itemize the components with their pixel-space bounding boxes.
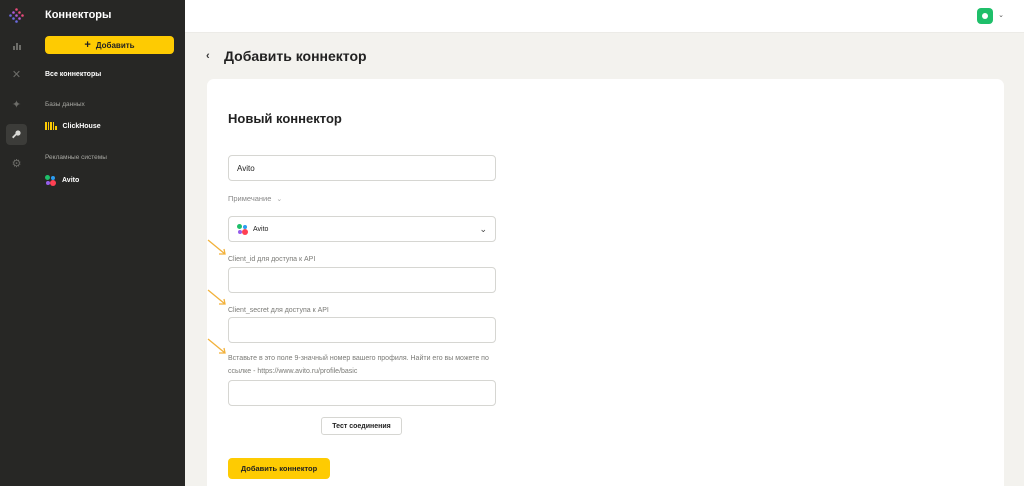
source-select[interactable]: Avito ⌄	[228, 216, 496, 242]
chart-icon[interactable]	[6, 35, 27, 56]
chevron-down-icon: ⌄	[479, 224, 487, 234]
sidebar-item-avito[interactable]: Avito	[45, 175, 79, 186]
annotation-arrow-icon	[207, 289, 226, 305]
avatar[interactable]	[977, 8, 993, 24]
annotation-arrow-icon	[207, 338, 226, 354]
add-button-label: Добавить	[95, 40, 135, 50]
profile-hint: Вставьте в это поле 9-значный номер ваше…	[228, 355, 489, 375]
back-button[interactable]: ‹	[206, 50, 210, 62]
sidebar-item-label: Avito	[62, 177, 80, 184]
x-icon[interactable]: ✕	[6, 64, 27, 85]
sidebar-section-ads: Рекламные системы	[45, 154, 107, 161]
sidebar-item-all-connectors[interactable]: Все коннекторы	[45, 71, 101, 78]
logo-icon[interactable]	[6, 5, 27, 26]
user-icon	[982, 13, 988, 19]
chevron-down-icon: ⌄	[276, 195, 283, 203]
page-title: Добавить коннектор	[224, 48, 367, 64]
sparkle-icon[interactable]: ✦	[6, 94, 27, 115]
note-label: Примечание	[228, 194, 272, 203]
test-connection-button[interactable]: Тест соединения	[321, 417, 402, 435]
key-icon[interactable]	[6, 124, 27, 145]
clickhouse-icon	[45, 122, 57, 130]
client-secret-label: Client_secret для доступа к API	[228, 307, 329, 314]
avito-icon	[237, 223, 248, 235]
client-id-label: Client_id для доступа к API	[228, 256, 316, 263]
sidebar-title: Коннекторы	[45, 9, 112, 21]
connector-name-input[interactable]	[228, 155, 496, 181]
gear-icon[interactable]: ⚙	[6, 153, 27, 174]
client-secret-input[interactable]	[228, 317, 496, 343]
sidebar-item-clickhouse[interactable]: ClickHouse	[45, 122, 101, 130]
client-id-input[interactable]	[228, 267, 496, 293]
connector-form-card: Новый коннектор Примечание ⌄ Avito ⌄ Cli…	[207, 79, 1004, 486]
icon-rail: ✕ ✦ ⚙	[0, 0, 33, 486]
sidebar-section-databases: Базы данных	[45, 101, 85, 108]
plus-icon: +	[84, 39, 91, 51]
top-bar: ⌄	[185, 0, 1024, 33]
chevron-down-icon[interactable]: ⌄	[998, 11, 1004, 19]
add-connector-button[interactable]: + Добавить	[45, 36, 174, 54]
annotation-arrow-icon	[207, 239, 226, 255]
source-select-value: Avito	[253, 225, 269, 233]
sidebar-item-label: ClickHouse	[62, 122, 101, 130]
profile-id-input[interactable]	[228, 380, 496, 406]
add-connector-submit-button[interactable]: Добавить коннектор	[228, 458, 330, 479]
avito-icon	[45, 175, 56, 186]
form-title: Новый коннектор	[228, 111, 342, 126]
sidebar: Коннекторы + Добавить Все коннекторы Баз…	[33, 0, 185, 486]
note-toggle[interactable]: Примечание ⌄	[228, 194, 282, 203]
